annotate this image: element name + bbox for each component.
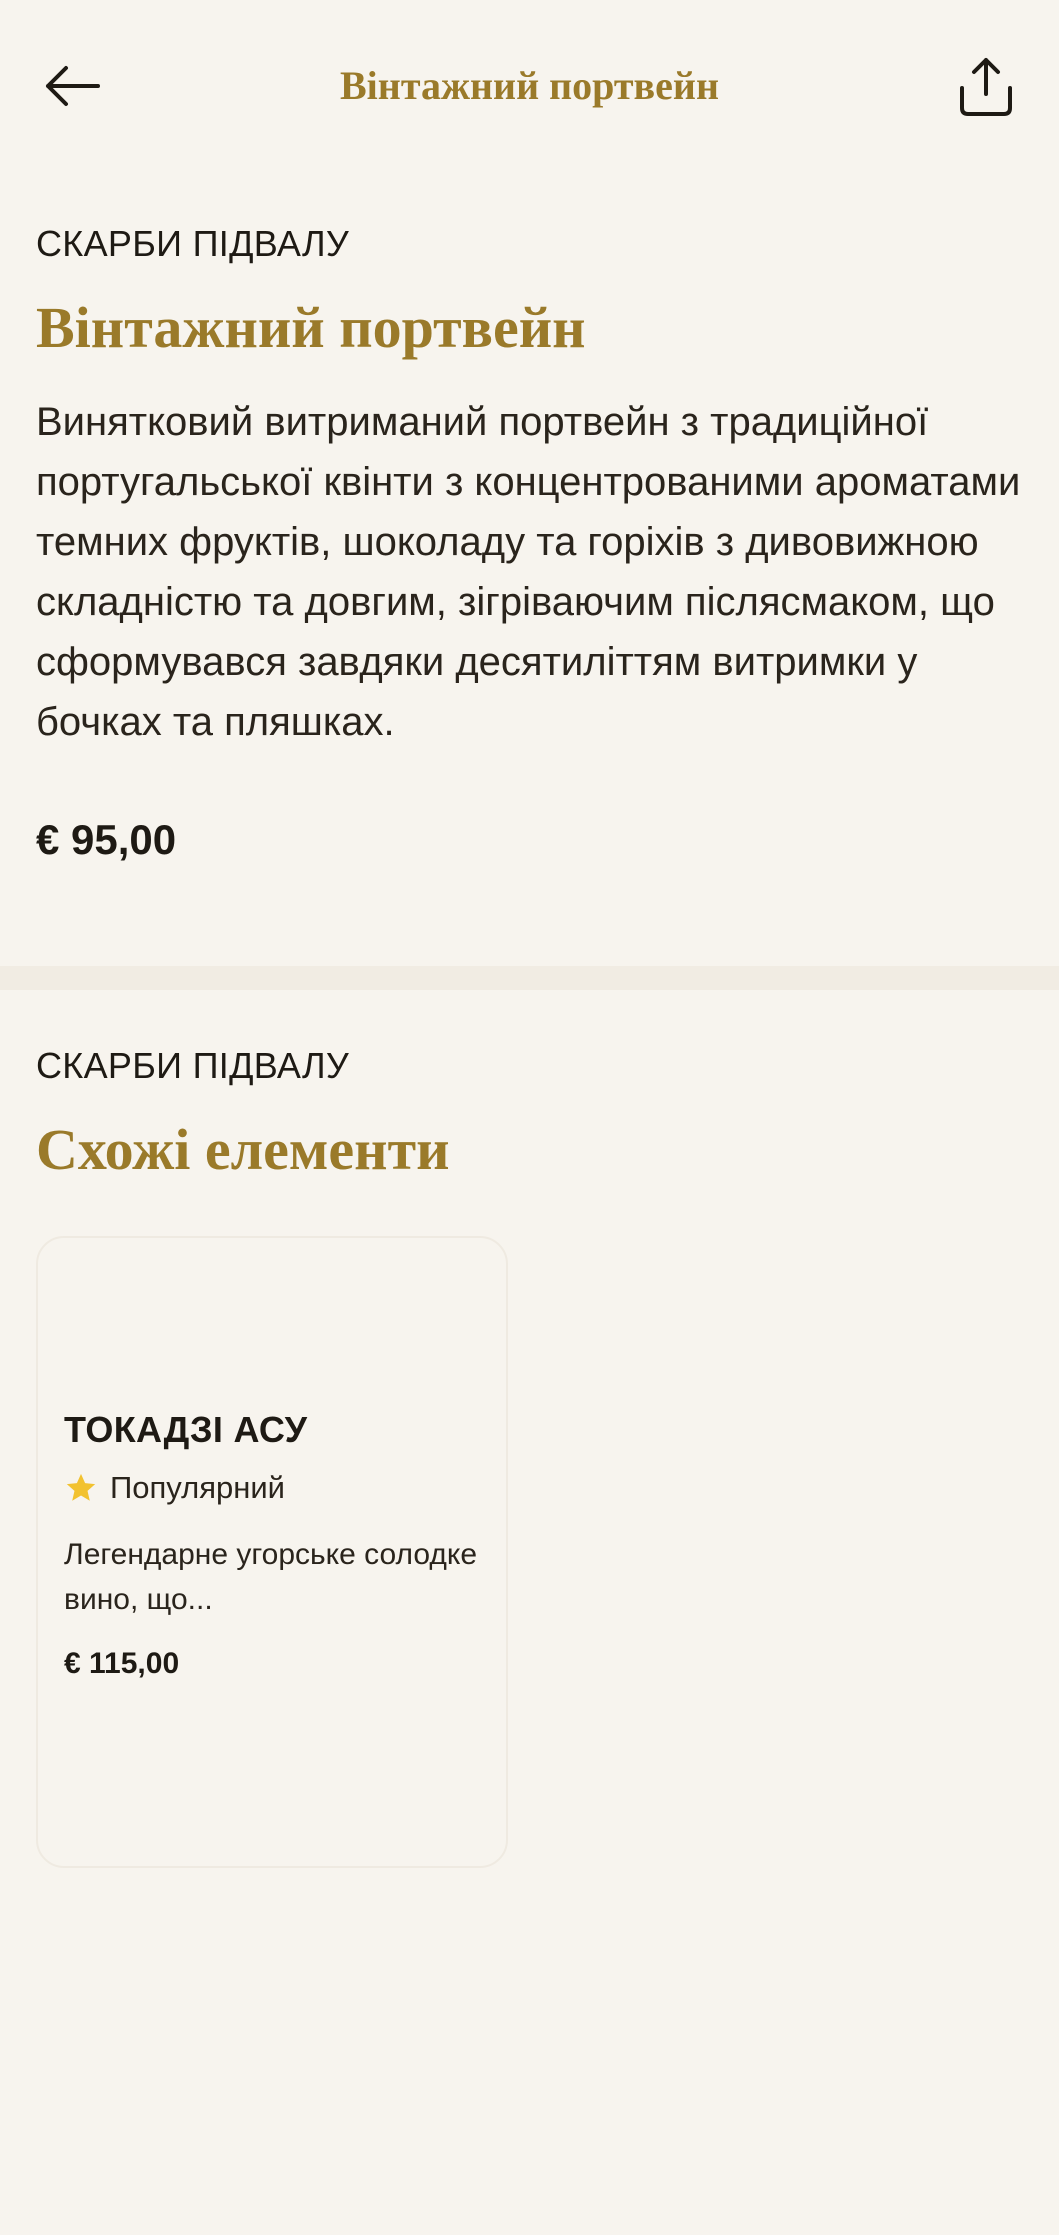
- arrow-left-icon: [46, 66, 100, 106]
- section-divider: [0, 966, 1059, 990]
- similar-section: СКАРБИ ПІДВАЛУ Схожі елементи: [36, 1038, 1026, 1186]
- share-icon: [960, 58, 1012, 116]
- popular-badge-label: Популярний: [110, 1470, 285, 1505]
- similar-title: Схожі елементи: [36, 1117, 450, 1182]
- product-title: Вінтажний портвейн: [36, 295, 586, 360]
- top-app-bar: Вінтажний портвейн: [0, 0, 1059, 170]
- similar-item-name: ТОКАДЗІ АСУ: [64, 1409, 308, 1450]
- product-details: СКАРБИ ПІДВАЛУ Вінтажний портвейн Винятк…: [36, 216, 1026, 868]
- back-button[interactable]: [36, 50, 108, 122]
- header-title: Вінтажний портвейн: [340, 63, 719, 108]
- product-description: Винятковий витриманий портвейн з традиці…: [36, 400, 1021, 744]
- star-icon: [66, 1473, 96, 1501]
- similar-category: СКАРБИ ПІДВАЛУ: [36, 1045, 350, 1086]
- product-category: СКАРБИ ПІДВАЛУ: [36, 223, 350, 264]
- popular-badge: Популярний: [64, 1468, 484, 1508]
- similar-item-card[interactable]: ТОКАДЗІ АСУ Популярний Легендарне угорсь…: [36, 1236, 508, 1868]
- share-button[interactable]: [948, 48, 1024, 124]
- product-price: € 95,00: [36, 816, 177, 863]
- similar-item-description: Легендарне угорське солодке вино, що...: [64, 1538, 478, 1616]
- similar-item-content: ТОКАДЗІ АСУ Популярний Легендарне угорсь…: [64, 1406, 484, 1684]
- similar-item-price: € 115,00: [64, 1647, 180, 1680]
